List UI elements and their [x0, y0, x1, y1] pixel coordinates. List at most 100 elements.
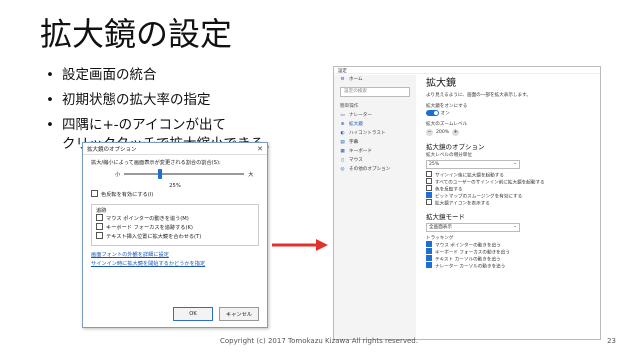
zoom-level-label: 拡大のズームレベル [426, 122, 468, 127]
zoom-out-button[interactable]: − [426, 129, 433, 136]
option-row[interactable]: 拡大鏡アイコンを表示する [426, 199, 592, 207]
narrator-icon: ▭ [340, 113, 345, 118]
tracking-option-text[interactable]: テキスト挿入位置に拡大鏡を合わせる(T) [96, 232, 254, 242]
nav-item-narrator[interactable]: ▭ ナレーター [334, 111, 416, 120]
magnifier-icon: ⊕ [340, 122, 345, 127]
nav-item-other-options[interactable]: ◎ その他のオプション [334, 165, 416, 174]
tracking-option-mouse[interactable]: マウス ポインターの動きを追う(M) [96, 214, 254, 224]
increment-select[interactable]: 25% [426, 160, 520, 169]
nav-item-magnifier[interactable]: ⊕ 拡大鏡 [334, 120, 416, 129]
page-number: 23 [607, 337, 616, 345]
nav-item-label: 字幕 [349, 140, 359, 145]
settings-main: 拡大鏡 より見えるように、画面の一部を拡大表示します。 拡大鏡をオンにする オン… [426, 77, 592, 339]
color-invert-option[interactable]: 色反転を有効にする(I) [91, 190, 259, 200]
option-row[interactable]: サインイン後に拡大鏡を起動する [426, 171, 592, 179]
mode-select[interactable]: 全画面表示 [426, 223, 520, 232]
tracking-option-label: キーボード フォーカスを追跡する(K) [106, 225, 193, 231]
close-icon[interactable]: ✕ [257, 145, 263, 153]
checkbox[interactable] [426, 199, 432, 205]
slide-title: 拡大鏡の設定 [40, 15, 233, 53]
nav-item-keyboard[interactable]: ▦ キーボード [334, 147, 416, 156]
checkbox[interactable] [96, 223, 103, 230]
zoom-level-stepper: − 200% + [426, 128, 592, 137]
signin-start-link[interactable]: サインイン時に拡大鏡を開始するかどうかを指定 [91, 260, 259, 269]
settings-sidebar: ⚙ ホーム 設定の検索 簡単操作 ▭ ナレーター ⊕ 拡大鏡 ◐ ハイコントラスト ▤ 字… [334, 75, 416, 339]
footer-copyright: Copyright (c) 2017 Tomokazu Kizawa All r… [220, 337, 418, 345]
window-title: 設定 [334, 67, 600, 74]
tracking-row[interactable]: ナレーター カーソルの動きを追う [426, 262, 592, 270]
option-row[interactable]: すべてのユーザーのサインイン前に拡大鏡を起動する [426, 178, 592, 186]
nav-item-high-contrast[interactable]: ◐ ハイコントラスト [334, 129, 416, 138]
bullet-glyph: • [46, 117, 54, 133]
option-label: 色を反転する [435, 187, 463, 193]
checkbox[interactable] [426, 178, 432, 184]
gear-icon: ⚙ [340, 77, 345, 82]
magnifier-toggle-label: 拡大鏡をオンにする [426, 104, 468, 109]
tracking-row[interactable]: テキスト カーソルの動きを追う [426, 255, 592, 263]
mouse-icon: ▯ [341, 158, 344, 163]
dialog-titlebar: 拡大鏡のオプション ✕ [83, 143, 267, 155]
nav-item-captions[interactable]: ▤ 字幕 [334, 138, 416, 147]
contrast-icon: ◐ [340, 131, 345, 136]
tracking-row[interactable]: マウス ポインターの動きを追う [426, 241, 592, 249]
nav-item-mouse[interactable]: ▯ マウス [334, 156, 416, 165]
zoom-in-button[interactable]: + [452, 129, 460, 136]
tracking-option-label: マウス ポインターの動きを追う(M) [106, 216, 189, 222]
bullet-glyph: • [46, 92, 54, 108]
magnifier-toggle[interactable] [426, 110, 439, 116]
color-invert-label: 色反転を有効にする(I) [101, 192, 154, 198]
tracking-label: マウス ポインターの動きを追う [435, 243, 501, 249]
option-label: 拡大鏡アイコンを表示する [435, 201, 490, 207]
checkbox[interactable] [426, 248, 432, 254]
tracking-option-label: テキスト挿入位置に拡大鏡を合わせる(T) [106, 234, 202, 240]
checkbox[interactable] [426, 241, 432, 247]
nav-item-label: ハイコントラスト [349, 131, 386, 136]
increment-label: 拡大レベルの増分単位 [426, 153, 472, 158]
option-row[interactable]: ビットマップのスムージングを有効にする [426, 192, 592, 200]
checkbox[interactable] [426, 192, 432, 198]
tracking-label: キーボード フォーカスの動きを追う [435, 250, 510, 256]
dialog-title: 拡大鏡のオプション [87, 146, 137, 153]
bullet-item: • 設定画面の統合 [44, 66, 277, 85]
tracking-header: 追跡 [96, 208, 107, 214]
zoom-rate-slider-row: 小 大 [115, 168, 259, 180]
zoom-rate-percent: 25% [169, 183, 181, 189]
checkbox[interactable] [426, 255, 432, 261]
keyboard-icon: ▦ [340, 149, 345, 154]
checkbox[interactable] [96, 214, 103, 221]
checkbox[interactable] [426, 185, 432, 191]
mode-header: 拡大鏡モード [426, 213, 465, 221]
page-description: より見えるように、画面の一部を拡大表示します。 [426, 93, 531, 98]
option-label: ビットマップのスムージングを有効にする [435, 194, 523, 200]
settings-window: 設定 ⚙ ホーム 設定の検索 簡単操作 ▭ ナレーター ⊕ 拡大鏡 ◐ ハイコントラスト… [333, 66, 601, 340]
zoom-rate-slider[interactable] [124, 169, 245, 179]
checkbox[interactable] [426, 171, 432, 177]
captions-icon: ▤ [340, 140, 345, 145]
checkbox[interactable] [91, 190, 98, 197]
zoom-rate-label: 拡大/縮小によって画面表示が変更される割合の割合(S): [91, 160, 221, 166]
bullet-glyph: • [46, 67, 54, 83]
other-options-icon: ◎ [340, 167, 345, 172]
nav-section-header: 簡単操作 [340, 104, 359, 109]
magnifier-options-dialog: 拡大鏡のオプション ✕ 拡大/縮小によって画面表示が変更される割合の割合(S):… [82, 142, 268, 328]
nav-home[interactable]: ⚙ ホーム [334, 75, 416, 84]
checkbox[interactable] [96, 232, 103, 239]
tracking-header: トラッキング [426, 236, 454, 241]
settings-search-input[interactable]: 設定の検索 [340, 87, 410, 97]
option-row[interactable]: 色を反転する [426, 185, 592, 193]
nav-item-label: キーボード [349, 149, 372, 154]
font-settings-link[interactable]: 画面フォントの外観を詳細に設定 [91, 251, 259, 260]
bullet-text: 設定画面の統合 [62, 67, 157, 83]
tracking-label: テキスト カーソルの動きを追う [435, 257, 501, 263]
nav-item-label: ナレーター [349, 113, 372, 118]
tracking-option-keyboard[interactable]: キーボード フォーカスを追跡する(K) [96, 223, 254, 233]
slider-thumb[interactable] [158, 169, 163, 179]
options-header: 拡大鏡のオプション [426, 143, 485, 151]
bullet-text: 初期状態の拡大率の指定 [62, 92, 211, 108]
checkbox[interactable] [426, 262, 432, 268]
cancel-button[interactable]: キャンセル [219, 307, 259, 321]
option-label: サインイン後に拡大鏡を起動する [435, 173, 504, 179]
ok-button[interactable]: OK [173, 307, 213, 321]
tracking-row[interactable]: キーボード フォーカスの動きを追う [426, 248, 592, 256]
toggle-state: オン [440, 111, 450, 117]
